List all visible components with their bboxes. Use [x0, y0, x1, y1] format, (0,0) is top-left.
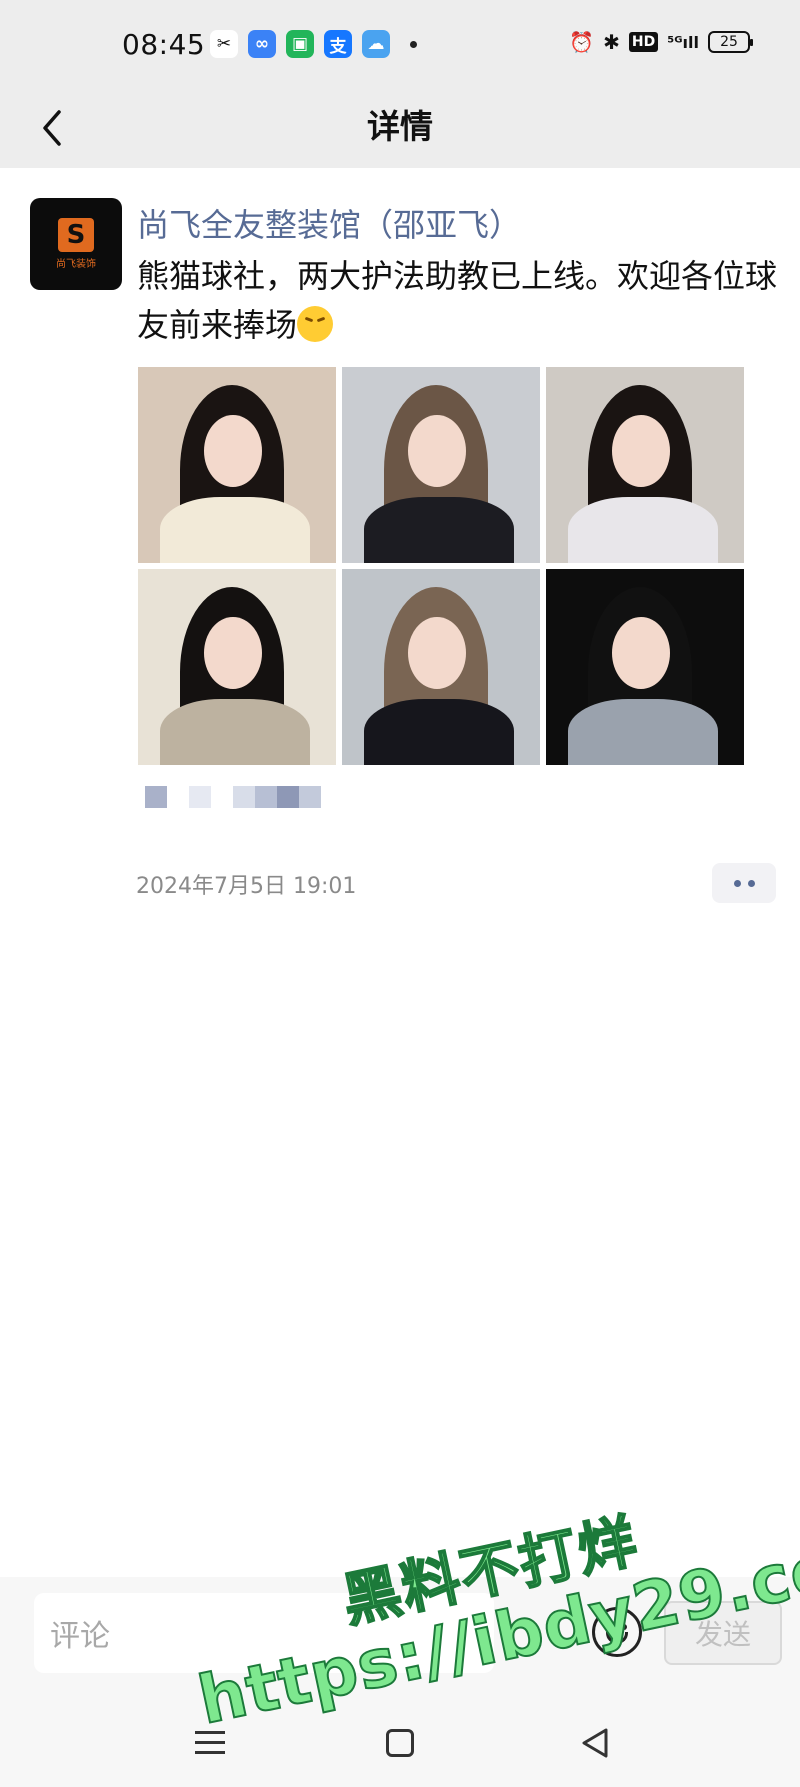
status-time: 08:45 [122, 28, 206, 61]
home-icon[interactable] [386, 1729, 414, 1757]
post-photo[interactable] [138, 569, 336, 765]
page-title: 详情 [367, 107, 433, 146]
nav-bar: 详情 [0, 92, 800, 168]
more-actions-button[interactable] [712, 863, 776, 903]
face-emoji-icon [297, 306, 334, 342]
alipay-icon: 支 [324, 30, 352, 58]
logo-text: 尚飞装饰 [56, 259, 96, 270]
author-avatar[interactable]: S 尚飞装饰 [30, 198, 122, 290]
post-photo[interactable] [546, 367, 744, 563]
cell-signal-icon: ⁵ᴳıll [667, 32, 699, 52]
photo-grid [138, 367, 744, 765]
system-indicators: ⏰ ✱ HD ⁵ᴳıll 25 [569, 30, 753, 54]
photo-face [612, 617, 670, 689]
pixel-block [167, 786, 189, 808]
post-photo[interactable] [546, 569, 744, 765]
photo-face [408, 415, 466, 487]
photo-clothes [160, 699, 310, 765]
status-bar: 08:45 ✂ ∞ ▣ 支 ☁ ⏰ ✱ HD ⁵ᴳıll 25 [0, 0, 800, 92]
post-photo[interactable] [342, 367, 540, 563]
photo-clothes [160, 497, 310, 563]
more-notifications-dot-icon [410, 40, 417, 48]
message-app-icon: ▣ [286, 30, 314, 58]
photo-face [408, 617, 466, 689]
top-bar: 08:45 ✂ ∞ ▣ 支 ☁ ⏰ ✱ HD ⁵ᴳıll 25 详情 [0, 0, 800, 168]
pixel-block [145, 786, 167, 808]
post-body: 熊猫球社，两大护法助教已上线。欢迎各位球友前来捧场 [137, 257, 778, 344]
pixel-block [255, 786, 277, 808]
post-photo[interactable] [138, 367, 336, 563]
photo-face [204, 617, 262, 689]
more-dot-icon [733, 879, 741, 887]
hd-voice-icon: HD [628, 32, 659, 52]
weather-icon: ☁ [362, 30, 390, 58]
capcut-icon: ✂ [210, 30, 238, 58]
photo-clothes [364, 699, 514, 765]
photo-clothes [364, 497, 514, 563]
pixel-block [189, 786, 211, 808]
post-timestamp: 2024年7月5日 19:01 [136, 874, 357, 899]
logo-mark: S [58, 218, 94, 252]
post-photo[interactable] [342, 569, 540, 765]
photo-face [204, 415, 262, 487]
pixel-block [299, 786, 321, 808]
notification-icons: ✂ ∞ ▣ 支 ☁ [210, 30, 417, 58]
bluetooth-icon: ✱ [603, 30, 620, 54]
screen: 08:45 ✂ ∞ ▣ 支 ☁ ⏰ ✱ HD ⁵ᴳıll 25 详情 S 尚飞装饰 尚飞… [0, 0, 800, 1787]
pixel-block [211, 786, 233, 808]
infinity-app-icon: ∞ [248, 30, 276, 58]
pixel-block [277, 786, 299, 808]
more-dot-icon [747, 879, 755, 887]
photo-clothes [568, 699, 718, 765]
photo-clothes [568, 497, 718, 563]
author-name[interactable]: 尚飞全友整装馆（邵亚飞） [137, 200, 521, 246]
alarm-icon: ⏰ [569, 30, 595, 54]
battery-icon: 25 [708, 31, 753, 53]
post-text: 熊猫球社，两大护法助教已上线。欢迎各位球友前来捧场 [137, 252, 777, 350]
pixel-block [233, 786, 255, 808]
system-nav-bar [0, 1717, 800, 1777]
pixelated-location-label[interactable] [145, 786, 321, 808]
back-triangle-icon[interactable] [580, 1727, 610, 1759]
photo-face [612, 415, 670, 487]
